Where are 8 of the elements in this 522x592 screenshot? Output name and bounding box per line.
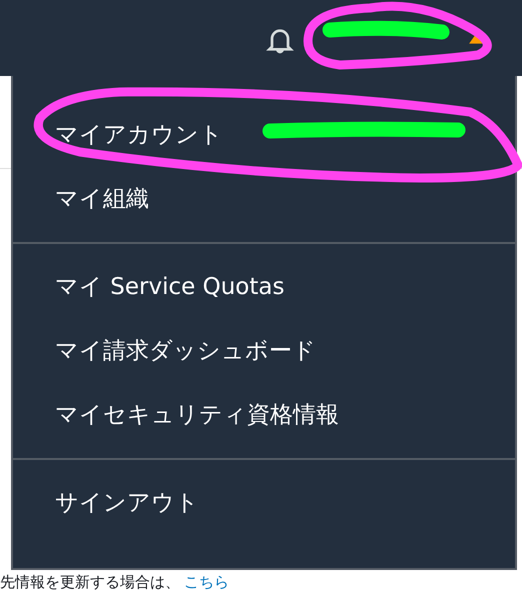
here-link[interactable]: こちら xyxy=(184,573,229,591)
menu-item[interactable]: マイ組織 xyxy=(13,178,515,220)
menu-item[interactable]: マイ Service Quotas xyxy=(13,266,515,308)
menu-item[interactable]: マイ請求ダッシュボード xyxy=(13,330,515,372)
menu-item[interactable]: サインアウト xyxy=(13,482,515,524)
menu-item[interactable]: マイアカウント xyxy=(13,114,515,156)
menu-item[interactable]: マイセキュリティ資格情報 xyxy=(13,394,515,436)
background-text: 先情報を更新する場合は、 xyxy=(0,573,180,591)
